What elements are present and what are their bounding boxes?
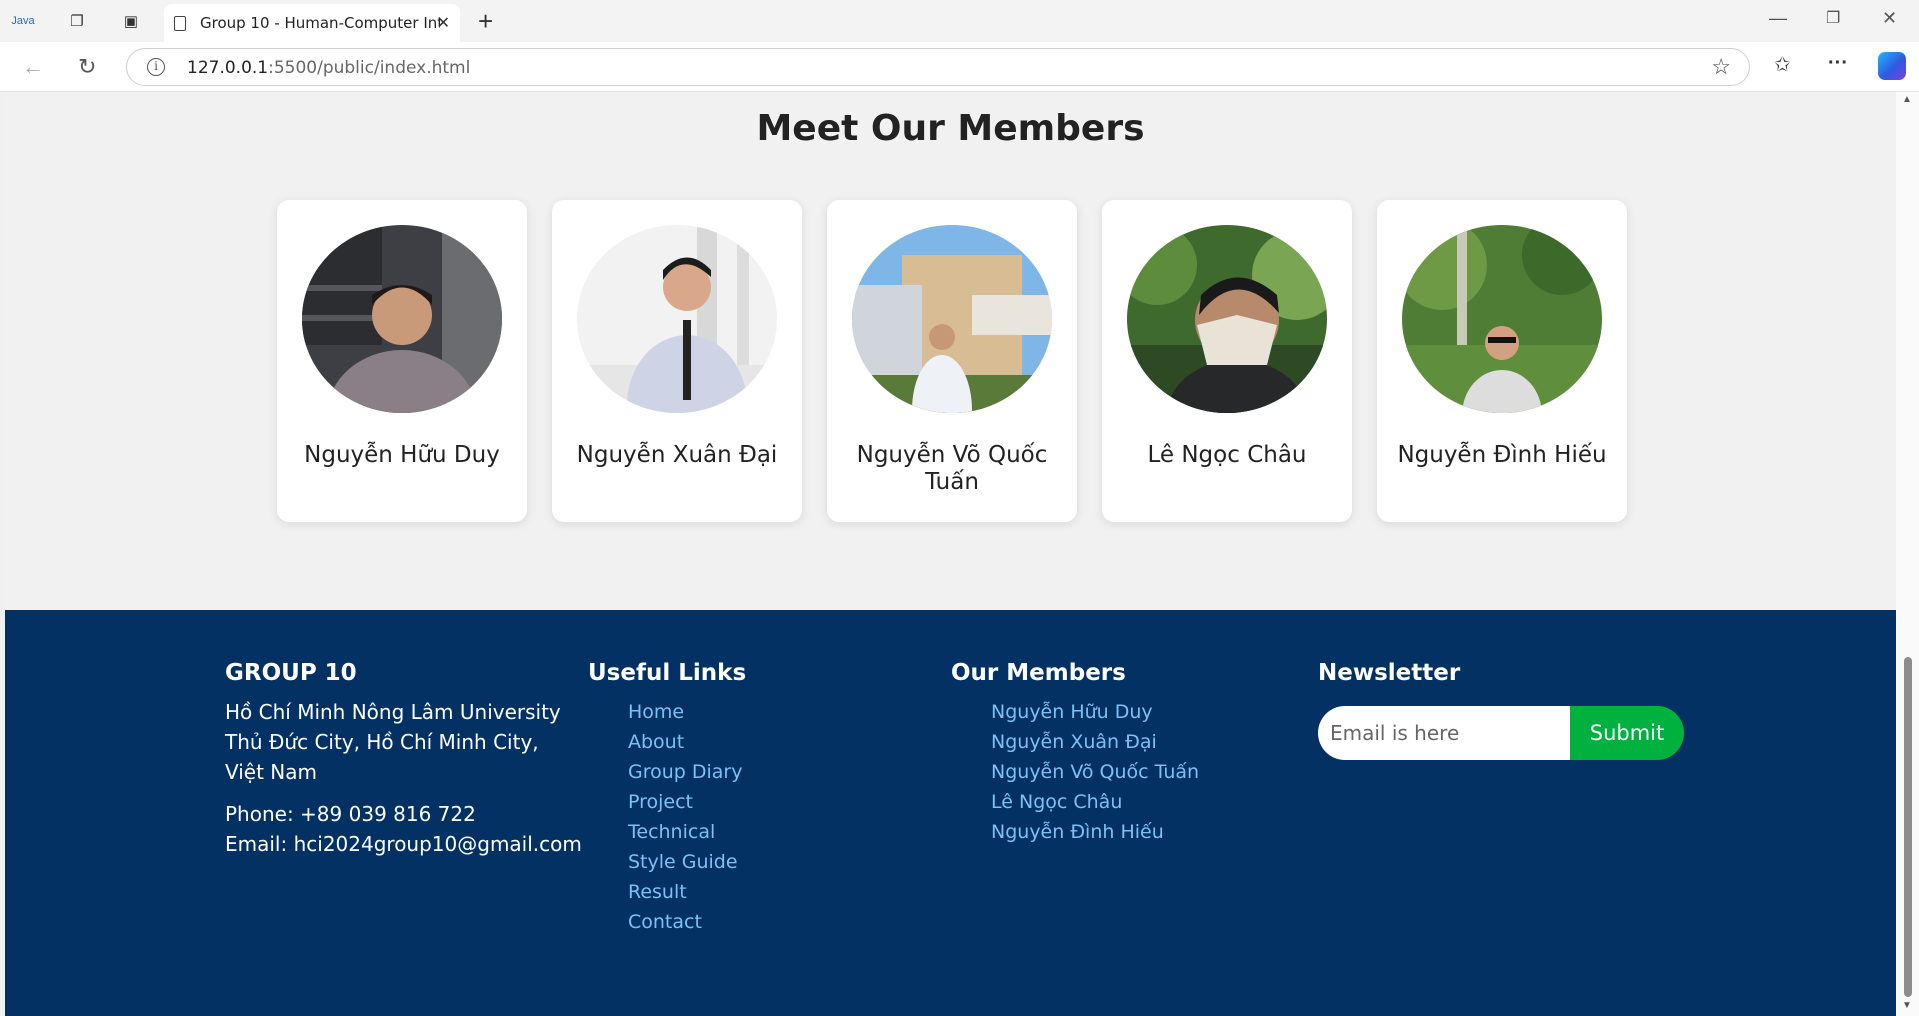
restore-icon[interactable]: ❐ bbox=[1826, 8, 1840, 28]
member-name: Nguyễn Đình Hiếu bbox=[1397, 442, 1607, 468]
favorite-star-icon[interactable]: ☆ bbox=[1711, 54, 1731, 80]
address-line: Việt Nam bbox=[225, 760, 318, 784]
scroll-down-icon[interactable]: ▼ bbox=[1902, 1000, 1912, 1011]
member-name: Nguyễn Xuân Đại bbox=[576, 442, 778, 468]
member-card: Nguyễn Xuân Đại bbox=[552, 200, 802, 522]
newsletter-title: Newsletter bbox=[1318, 660, 1461, 686]
favorites-icon[interactable]: ✩ bbox=[1774, 52, 1791, 77]
footer-link-technical[interactable]: Technical bbox=[628, 821, 715, 843]
member-card: Lê Ngọc Châu bbox=[1102, 200, 1352, 522]
reload-icon[interactable]: ↻ bbox=[78, 54, 96, 80]
url-host: 127.0.0.1 bbox=[187, 58, 269, 78]
minimize-icon[interactable]: — bbox=[1769, 8, 1787, 29]
member-name: Nguyễn Hữu Duy bbox=[304, 442, 500, 468]
url-text: 127.0.0.1:5500/public/index.html bbox=[187, 58, 470, 78]
member-photo bbox=[1127, 225, 1327, 413]
footer-member-link[interactable]: Nguyễn Hữu Duy bbox=[991, 701, 1153, 723]
footer-link-contact[interactable]: Contact bbox=[628, 911, 702, 933]
footer-member-link[interactable]: Nguyễn Xuân Đại bbox=[991, 731, 1157, 753]
useful-links-title: Useful Links bbox=[588, 660, 747, 686]
footer-member-link[interactable]: Nguyễn Đình Hiếu bbox=[991, 821, 1164, 843]
document-icon bbox=[174, 15, 186, 31]
footer-link-result[interactable]: Result bbox=[628, 881, 687, 903]
workspaces-icon[interactable]: ❐ bbox=[64, 9, 90, 33]
profile-label: Java bbox=[11, 15, 35, 27]
scroll-up-icon[interactable]: ▲ bbox=[1902, 94, 1912, 105]
member-photo bbox=[302, 225, 502, 413]
vertical-tabs-icon[interactable]: ▣ bbox=[118, 9, 144, 33]
scrollbar-thumb[interactable] bbox=[1904, 657, 1912, 997]
member-photo bbox=[852, 225, 1052, 413]
browser-tab-active[interactable]: Group 10 - Human-Computer Interaction ✕ bbox=[164, 4, 460, 42]
footer-member-link[interactable]: Lê Ngọc Châu bbox=[991, 791, 1122, 813]
footer-link-project[interactable]: Project bbox=[628, 791, 693, 813]
site-footer: GROUP 10 Hồ Chí Minh Nông Lâm University… bbox=[5, 610, 1896, 1016]
footer-group-title: GROUP 10 bbox=[225, 660, 357, 686]
newsletter-email-input[interactable] bbox=[1318, 706, 1570, 760]
more-options-icon[interactable]: ··· bbox=[1828, 52, 1848, 75]
page-scrollbar[interactable]: ▲ ▼ bbox=[1896, 92, 1919, 1016]
site-info-icon[interactable]: i bbox=[147, 58, 165, 76]
newsletter-submit-button[interactable]: Submit bbox=[1570, 706, 1684, 760]
footer-link-about[interactable]: About bbox=[628, 731, 684, 753]
member-name: Nguyễn Võ Quốc Tuấn bbox=[856, 442, 1048, 495]
close-tab-icon[interactable]: ✕ bbox=[437, 13, 450, 33]
footer-link-home[interactable]: Home bbox=[628, 701, 684, 723]
member-card: Nguyễn Hữu Duy bbox=[277, 200, 527, 522]
email-text: Email: hci2024group10@gmail.com bbox=[225, 832, 582, 856]
member-photo bbox=[577, 225, 777, 413]
copilot-icon[interactable] bbox=[1878, 52, 1906, 80]
back-arrow-icon[interactable]: ← bbox=[22, 54, 44, 80]
member-card: Nguyễn Võ Quốc Tuấn bbox=[827, 200, 1077, 522]
footer-member-link[interactable]: Nguyễn Võ Quốc Tuấn bbox=[991, 761, 1199, 783]
footer-link-group-diary[interactable]: Group Diary bbox=[628, 761, 743, 783]
member-name: Lê Ngọc Châu bbox=[1147, 442, 1307, 468]
our-members-title: Our Members bbox=[951, 660, 1126, 686]
address-line: Hồ Chí Minh Nông Lâm University bbox=[225, 700, 561, 724]
browser-tab-bar: Java ❐ ▣ Group 10 - Human-Computer Inter… bbox=[0, 0, 1919, 42]
window-close-icon[interactable]: ✕ bbox=[1882, 8, 1897, 29]
tab-title: Group 10 - Human-Computer Interaction bbox=[200, 14, 440, 32]
profile-icon[interactable]: Java bbox=[10, 9, 36, 33]
address-bar: ← ↻ i 127.0.0.1:5500/public/index.html ☆… bbox=[0, 42, 1919, 92]
url-field[interactable]: i 127.0.0.1:5500/public/index.html ☆ bbox=[126, 48, 1750, 86]
members-heading: Meet Our Members bbox=[756, 108, 1145, 149]
address-line: Thủ Đức City, Hồ Chí Minh City, bbox=[225, 730, 539, 754]
member-photo bbox=[1402, 225, 1602, 413]
footer-link-style-guide[interactable]: Style Guide bbox=[628, 851, 738, 873]
page-viewport: Meet Our Members Nguyễn Hữu Duy Nguyễn X… bbox=[5, 92, 1896, 1016]
url-path: :5500/public/index.html bbox=[268, 58, 471, 78]
new-tab-icon[interactable]: + bbox=[478, 6, 493, 37]
phone-text: Phone: +89 039 816 722 bbox=[225, 802, 476, 826]
member-card: Nguyễn Đình Hiếu bbox=[1377, 200, 1627, 522]
